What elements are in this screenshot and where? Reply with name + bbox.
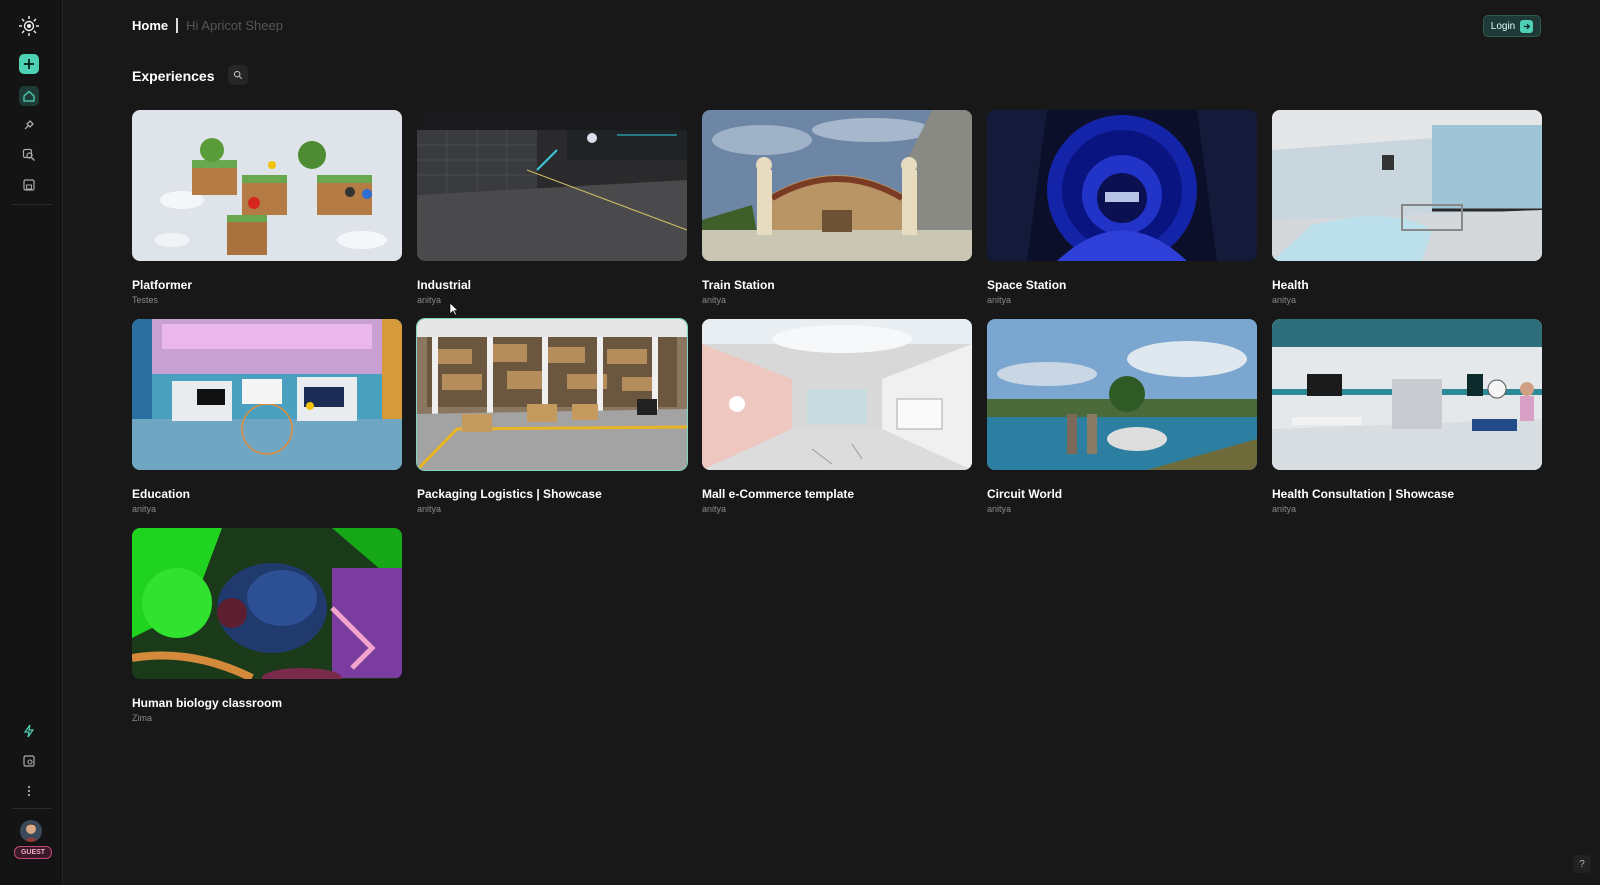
- sidebar-item-search[interactable]: [19, 145, 39, 165]
- login-arrow-icon: [1520, 19, 1534, 33]
- experience-thumbnail[interactable]: [987, 110, 1257, 261]
- more-vertical-icon: [27, 785, 31, 797]
- experience-thumbnail[interactable]: [132, 528, 402, 679]
- breadcrumb: Home Hi Apricot Sheep: [132, 18, 283, 33]
- experience-author: anitya: [987, 504, 1012, 514]
- experience-card[interactable]: Human biology classroom Zima: [132, 528, 402, 737]
- experience-title: Circuit World: [987, 487, 1063, 501]
- new-experience-button[interactable]: [19, 54, 39, 74]
- experience-title: Health: [1272, 278, 1309, 292]
- experience-author: anitya: [1272, 295, 1297, 305]
- experience-thumbnail[interactable]: [417, 110, 687, 261]
- experience-card[interactable]: Train Station anitya: [702, 110, 972, 319]
- experience-author: anitya: [702, 295, 727, 305]
- experience-card[interactable]: Platformer Testes: [132, 110, 402, 319]
- experience-author: anitya: [702, 504, 727, 514]
- sidebar-item-more[interactable]: [19, 781, 39, 801]
- sidebar-divider: [12, 808, 52, 809]
- sidebar-divider: [12, 204, 52, 205]
- settings-icon: [23, 755, 35, 767]
- brush-icon: [24, 120, 34, 130]
- experience-card[interactable]: Education anitya: [132, 319, 402, 528]
- sidebar-item-settings[interactable]: [19, 751, 39, 771]
- experience-card[interactable]: Mall e-Commerce template anitya: [702, 319, 972, 528]
- search-icon: [233, 70, 243, 80]
- experience-author: anitya: [417, 504, 442, 514]
- experience-title: Education: [132, 487, 191, 501]
- experience-author: anitya: [132, 504, 157, 514]
- experience-author: Zima: [132, 713, 152, 723]
- experience-grid: Platformer Testes Industrial anitya Trai…: [132, 110, 1542, 737]
- breadcrumb-divider: [176, 18, 179, 33]
- experience-card[interactable]: Health Consultation | Showcase anitya: [1272, 319, 1542, 528]
- experience-author: anitya: [987, 295, 1012, 305]
- login-button[interactable]: Login: [1483, 15, 1541, 37]
- experience-thumbnail[interactable]: [702, 319, 972, 470]
- experience-title: Space Station: [987, 278, 1067, 292]
- search-icon: [22, 148, 35, 161]
- experience-author: Testes: [132, 295, 159, 305]
- sidebar-item-library[interactable]: [19, 175, 39, 195]
- plus-icon: [24, 59, 34, 69]
- experience-thumbnail[interactable]: [987, 319, 1257, 470]
- login-label: Login: [1490, 20, 1516, 32]
- experience-card[interactable]: Packaging Logistics | Showcase anitya: [416, 318, 688, 528]
- home-link[interactable]: Home: [132, 18, 168, 33]
- sidebar-item-edit[interactable]: [19, 115, 39, 135]
- sidebar: GUEST: [0, 0, 63, 885]
- home-icon: [23, 90, 35, 102]
- save-icon: [23, 179, 35, 191]
- experience-card[interactable]: Space Station anitya: [987, 110, 1257, 319]
- mouse-cursor-icon: [449, 302, 459, 316]
- experience-thumbnail[interactable]: [132, 110, 402, 261]
- search-button[interactable]: [228, 65, 248, 85]
- experience-author: anitya: [417, 295, 442, 305]
- experience-thumbnail[interactable]: [1272, 110, 1542, 261]
- experience-title: Mall e-Commerce template: [702, 487, 855, 501]
- experience-thumbnail[interactable]: [132, 319, 402, 470]
- experience-card[interactable]: Circuit World anitya: [987, 319, 1257, 528]
- experience-title: Train Station: [702, 278, 775, 292]
- experience-card[interactable]: Industrial anitya: [417, 110, 687, 319]
- experience-thumbnail[interactable]: [416, 318, 688, 471]
- experience-author: anitya: [1272, 504, 1297, 514]
- logo-icon[interactable]: [17, 14, 41, 38]
- guest-badge: GUEST: [14, 846, 52, 859]
- experience-thumbnail[interactable]: [702, 110, 972, 261]
- experience-title: Health Consultation | Showcase: [1272, 487, 1455, 501]
- sidebar-item-activity[interactable]: [19, 721, 39, 741]
- greeting-text: Hi Apricot Sheep: [186, 18, 283, 33]
- experience-thumbnail[interactable]: [1272, 319, 1542, 470]
- experience-title: Platformer: [132, 278, 193, 292]
- experience-title: Packaging Logistics | Showcase: [417, 487, 602, 501]
- experience-title: Industrial: [417, 278, 472, 292]
- help-button[interactable]: ?: [1573, 855, 1591, 873]
- avatar[interactable]: [20, 820, 42, 842]
- page-title: Experiences: [132, 68, 215, 84]
- sidebar-item-home[interactable]: [19, 86, 39, 106]
- experience-card[interactable]: Health anitya: [1272, 110, 1542, 319]
- experience-title: Human biology classroom: [132, 696, 283, 710]
- lightning-icon: [23, 724, 35, 738]
